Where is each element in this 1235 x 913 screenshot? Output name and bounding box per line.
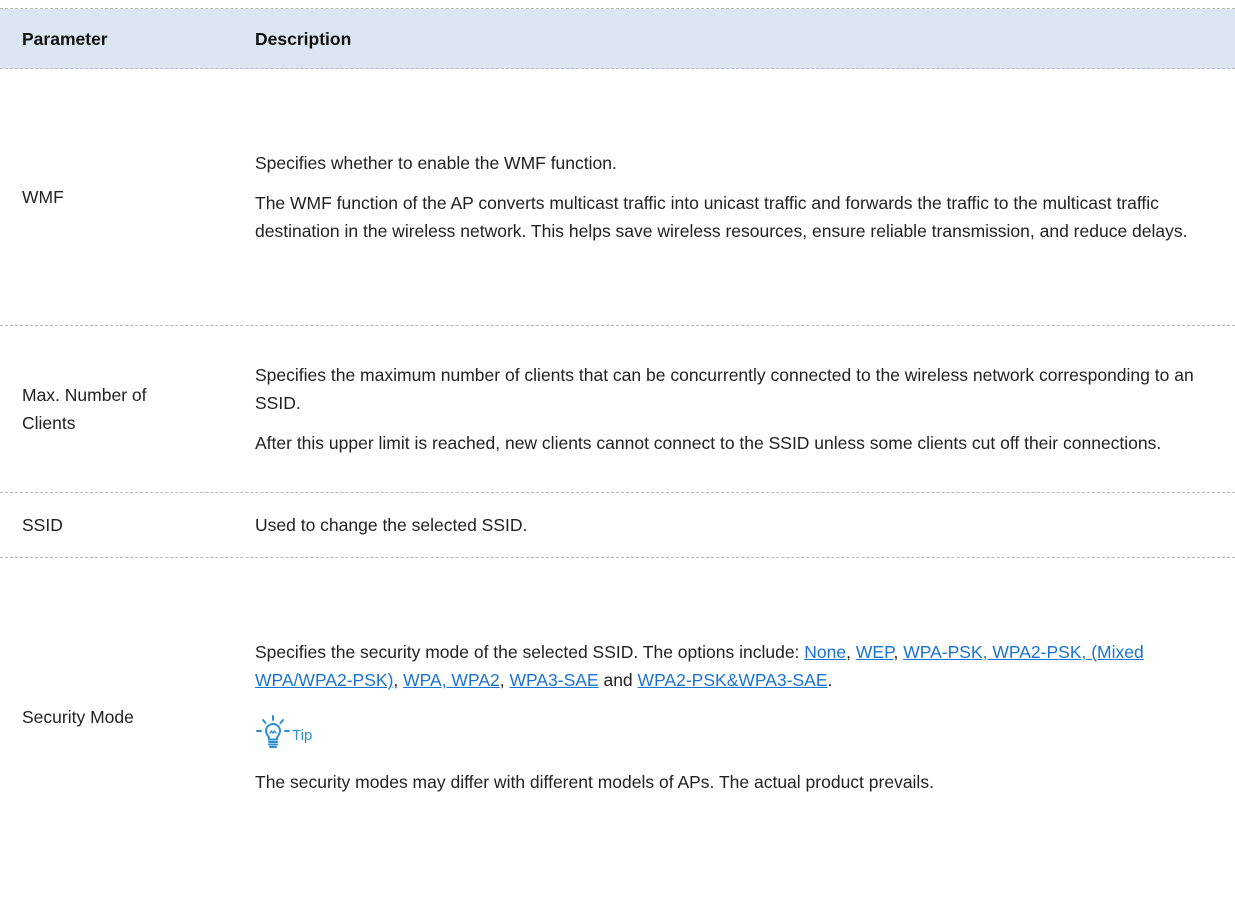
link-none[interactable]: None [804, 642, 846, 662]
desc-ssid-p1: Used to change the selected SSID. [255, 515, 528, 535]
table-row-security-mode: Security Mode Specifies the security mod… [0, 558, 1235, 876]
desc-wmf-p2: The WMF function of the AP converts mult… [255, 193, 1188, 241]
link-wpa3-sae[interactable]: WPA3-SAE [509, 670, 598, 690]
parameter-table: Parameter Description WMF Specifies whet… [0, 8, 1235, 876]
tip-text: The security modes may differ with diffe… [255, 772, 934, 792]
desc-wmf: Specifies whether to enable the WMF func… [255, 149, 1235, 245]
table-row-ssid: SSID Used to change the selected SSID. [0, 493, 1235, 558]
desc-wmf-p1: Specifies whether to enable the WMF func… [255, 153, 617, 173]
link-wpa-group[interactable]: WPA, WPA2 [403, 670, 500, 690]
table-row-max-clients: Max. Number of Clients Specifies the max… [0, 326, 1235, 493]
param-security-mode: Security Mode [22, 707, 134, 727]
security-intro-text: Specifies the security mode of the selec… [255, 642, 805, 662]
desc-security-intro: Specifies the security mode of the selec… [255, 638, 1195, 694]
separator: , [393, 670, 404, 690]
header-parameter: Parameter [22, 28, 108, 49]
link-wpa2-psk-wpa3-sae[interactable]: WPA2-PSK&WPA3-SAE [638, 670, 828, 690]
separator-and: and [598, 670, 638, 690]
desc-ssid: Used to change the selected SSID. [255, 511, 1235, 539]
table-row-wmf: WMF Specifies whether to enable the WMF … [0, 69, 1235, 326]
separator: , [499, 670, 510, 690]
separator: , [893, 642, 904, 662]
lightbulb-icon [255, 714, 291, 750]
param-ssid: SSID [22, 515, 63, 535]
desc-max-clients-p1: Specifies the maximum number of clients … [255, 365, 1194, 413]
param-max-clients: Max. Number of Clients [22, 385, 147, 433]
desc-max-clients: Specifies the maximum number of clients … [255, 361, 1235, 457]
desc-max-clients-p2: After this upper limit is reached, new c… [255, 433, 1162, 453]
separator: , [846, 642, 856, 662]
header-description: Description [255, 28, 352, 49]
table-header-row: Parameter Description [0, 9, 1235, 69]
tip-callout: Tip [255, 710, 1195, 750]
param-wmf: WMF [22, 187, 64, 207]
desc-security-mode: Specifies the security mode of the selec… [255, 638, 1235, 796]
sentence-end: . [827, 670, 833, 690]
link-wep[interactable]: WEP [856, 642, 894, 662]
tip-label: Tip [292, 727, 313, 744]
